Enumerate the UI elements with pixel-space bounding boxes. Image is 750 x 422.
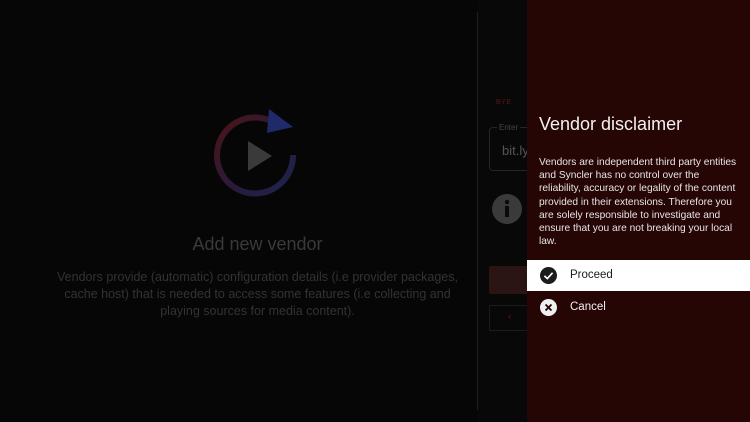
form-back-button[interactable]: ‹ [489,305,528,331]
proceed-label: Proceed [570,269,613,281]
add-vendor-panel: Add new vendor Vendors provide (automati… [0,0,477,422]
check-circle-icon [540,267,557,284]
close-circle-icon [540,299,557,316]
vendor-url-field-value: bit.ly [502,143,528,158]
info-icon [492,194,522,224]
form-submit-button[interactable] [489,266,528,294]
vendor-url-field[interactable]: Enter bit.ly [489,123,528,171]
cancel-button[interactable]: Cancel [527,292,750,323]
cancel-label: Cancel [570,301,606,313]
vendor-refresh-play-icon [214,109,297,197]
add-vendor-title: Add new vendor [192,234,323,254]
vendor-form-partial: BYE Enter bit.ly ‹ [478,0,528,422]
back-arrow-icon: ‹ [508,311,512,323]
dialog-body: Vendors are independent third party enti… [539,157,737,248]
form-section-label: BYE [496,99,512,106]
proceed-button[interactable]: Proceed [527,260,750,291]
dialog-title: Vendor disclaimer [539,114,683,134]
screen: Add new vendor Vendors provide (automati… [0,0,750,422]
add-vendor-description: Vendors provide (automatic) configuratio… [57,270,458,318]
vendor-disclaimer-dialog: Vendor disclaimer Vendors are independen… [527,0,750,422]
vendor-url-field-label: Enter [497,123,521,132]
